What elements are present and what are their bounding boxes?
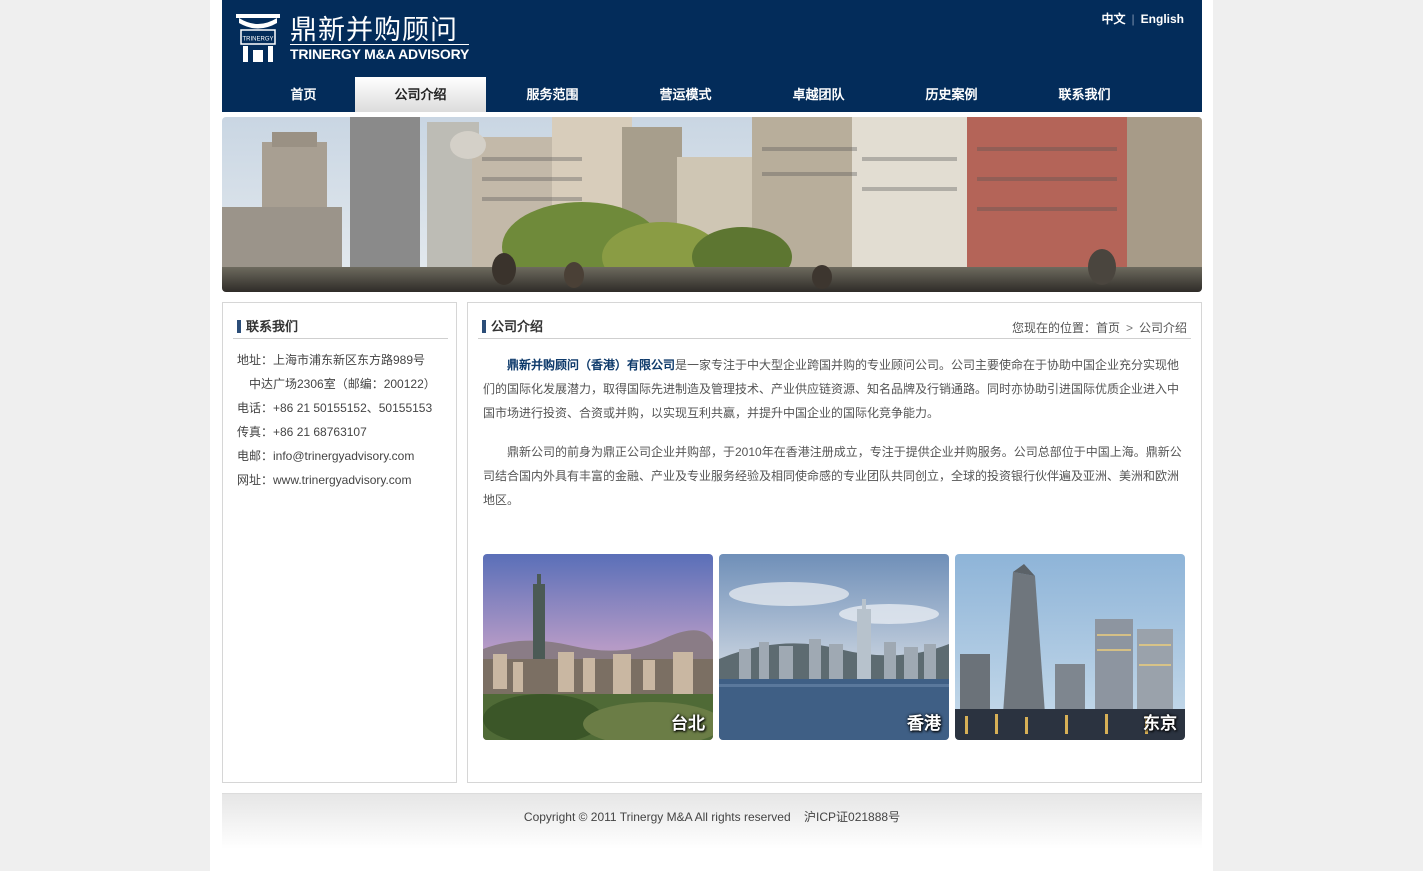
breadcrumb-separator: > xyxy=(1125,321,1133,335)
city-label-tokyo: 东京 xyxy=(1143,714,1177,733)
sidebar-title-text: 联系我们 xyxy=(246,319,299,334)
logo-chinese-name[interactable]: 鼎新并购顾问 xyxy=(290,8,458,47)
city-label-hongkong: 香港 xyxy=(907,714,941,733)
nav-item-services[interactable]: 服务范围 xyxy=(487,77,618,112)
main-nav: 首页 公司介绍 服务范围 营运模式 卓越团队 历史案例 联系我们 xyxy=(222,77,1202,112)
nav-item-home[interactable]: 首页 xyxy=(238,77,369,112)
nav-item-cases[interactable]: 历史案例 xyxy=(886,77,1017,112)
lang-separator: | xyxy=(1131,12,1135,26)
city-photo-tokyo: 东京 xyxy=(955,554,1185,740)
language-switcher: 中文 | English xyxy=(1102,10,1184,27)
contact-address-line2: 中达广场2306室（邮编：200122） xyxy=(249,377,436,391)
site-footer: Copyright © 2011 Trinergy M&A All rights… xyxy=(222,793,1202,849)
contact-fax: 传真：+86 21 68763107 xyxy=(237,425,367,439)
page: TRINERGY 鼎新并购顾问 TRINERGY M&A ADVISORY 中文… xyxy=(210,0,1213,871)
nav-item-operation-model[interactable]: 营运模式 xyxy=(620,77,751,112)
contact-website[interactable]: 网址：www.trinergyadvisory.com xyxy=(237,468,436,492)
copyright-text: Copyright © 2011 Trinergy M&A All rights… xyxy=(523,810,791,824)
main-title: 公司介绍 xyxy=(482,316,543,335)
main-content: 公司介绍 您现在的位置：首页 > 公司介绍 鼎新并购顾问（香港）有限公司是一家专注于… xyxy=(467,302,1202,783)
lang-english-link[interactable]: English xyxy=(1141,12,1184,26)
trinergy-logo-icon[interactable]: TRINERGY xyxy=(236,12,280,62)
site-header: TRINERGY 鼎新并购顾问 TRINERGY M&A ADVISORY 中文… xyxy=(222,0,1202,112)
contact-email[interactable]: 电邮：info@trinergyadvisory.com xyxy=(237,444,436,468)
city-label-taipei: 台北 xyxy=(671,714,705,733)
title-bar-marker xyxy=(237,320,241,333)
sidebar-title: 联系我们 xyxy=(237,316,298,335)
nav-item-team[interactable]: 卓越团队 xyxy=(753,77,884,112)
icp-license[interactable]: 沪ICP证021888号 xyxy=(804,810,900,824)
breadcrumb-prefix: 您现在的位置： xyxy=(1011,321,1096,335)
intro-paragraph-2: 鼎新公司的前身为鼎正公司企业并购部，于2010年在香港注册成立，专注于提供企业并… xyxy=(483,445,1182,507)
main-title-divider xyxy=(478,338,1191,339)
city-photo-taipei: 台北 xyxy=(483,554,713,740)
city-photo-hongkong: 香港 xyxy=(719,554,949,740)
nav-item-contact[interactable]: 联系我们 xyxy=(1019,77,1150,112)
breadcrumb-current: 公司介绍 xyxy=(1138,321,1187,335)
main-title-text: 公司介绍 xyxy=(491,319,544,334)
title-bar-marker xyxy=(482,320,486,333)
contact-sidebar: 联系我们 地址：上海市浦东新区东方路989号 中达广场2306室（邮编：2001… xyxy=(222,302,457,783)
contact-info-list: 地址：上海市浦东新区东方路989号 中达广场2306室（邮编：200122） 电… xyxy=(237,348,436,492)
breadcrumb: 您现在的位置：首页 > 公司介绍 xyxy=(1012,319,1187,336)
logo-mark-text: TRINERGY xyxy=(242,37,273,43)
banner-image xyxy=(222,117,1202,292)
contact-phone: 电话：+86 21 50155152、50155153 xyxy=(237,401,433,415)
sidebar-title-divider xyxy=(233,338,448,339)
company-name: 鼎新并购顾问（香港）有限公司 xyxy=(507,358,676,372)
contact-address-line1: 地址：上海市浦东新区东方路989号 xyxy=(237,353,426,367)
logo-english-name[interactable]: TRINERGY M&A ADVISORY xyxy=(290,44,469,62)
nav-item-about[interactable]: 公司介绍 xyxy=(355,77,486,112)
lang-chinese-link[interactable]: 中文 xyxy=(1102,12,1126,26)
footer-text: Copyright © 2011 Trinergy M&A All rights… xyxy=(222,808,1202,825)
intro-paragraph-1: 鼎新并购顾问（香港）有限公司是一家专注于中大型企业跨国并购的专业顾问公司。公司主… xyxy=(483,353,1186,425)
breadcrumb-home-link[interactable]: 首页 xyxy=(1096,321,1120,335)
